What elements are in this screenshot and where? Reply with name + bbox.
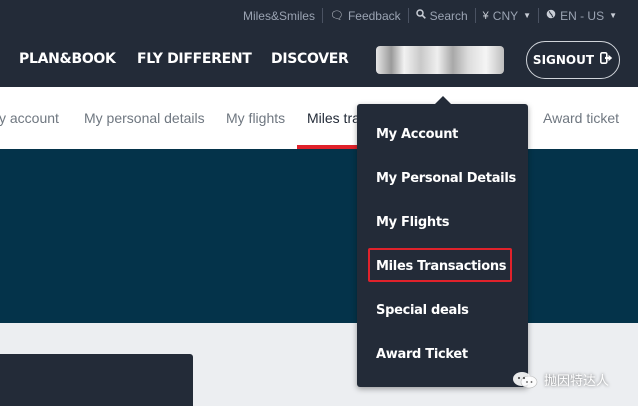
menu-item-special-deals[interactable]: Special deals [376, 303, 469, 318]
miles-smiles-link[interactable]: Miles&Smiles [236, 8, 322, 23]
chevron-down-icon: ▼ [609, 11, 617, 20]
account-dropdown-menu: My Account My Personal Details My Flight… [357, 104, 528, 387]
tab-my-account[interactable]: y account [0, 110, 59, 126]
main-navigation: PLAN&BOOK FLY DIFFERENT DISCOVER SIGNOUT [0, 31, 638, 87]
signout-label: SIGNOUT [532, 53, 595, 67]
globe-icon [546, 9, 556, 22]
language-label: EN - US [560, 8, 605, 23]
hero-banner [0, 149, 638, 323]
watermark-text: 抛因特达人 [544, 374, 610, 389]
dropdown-arrow [434, 96, 452, 105]
nav-discover[interactable]: DISCOVER [271, 51, 349, 67]
search-label: Search [429, 8, 468, 23]
menu-item-my-personal-details[interactable]: My Personal Details [376, 171, 516, 186]
search-link[interactable]: Search [407, 8, 475, 23]
user-name-menu[interactable] [376, 46, 504, 74]
utility-bar: Miles&Smiles 🗨︎ Feedback Search ¥ CNY ▼ … [0, 0, 638, 31]
language-selector[interactable]: EN - US ▼ [538, 8, 624, 23]
menu-item-award-ticket[interactable]: Award Ticket [376, 347, 468, 362]
currency-label: CNY [492, 8, 519, 23]
feedback-label: Feedback [347, 8, 401, 23]
tab-miles-transactions[interactable]: Miles tra [307, 110, 360, 126]
chevron-down-icon: ▼ [523, 11, 532, 20]
yen-icon: ¥ [482, 9, 489, 22]
tab-my-flights[interactable]: My flights [226, 110, 285, 126]
nav-plan-book[interactable]: PLAN&BOOK [19, 51, 116, 67]
wechat-logo-icon [513, 371, 538, 388]
chat-bubble-icon: 🗨︎ [329, 10, 344, 22]
account-tabs: y account My personal details My flights… [0, 87, 638, 149]
feedback-link[interactable]: 🗨︎ Feedback [321, 8, 408, 23]
currency-selector[interactable]: ¥ CNY ▼ [474, 8, 538, 23]
nav-fly-different[interactable]: FLY DIFFERENT [137, 51, 252, 67]
miles-smiles-label: Miles&Smiles [242, 8, 315, 23]
watermark: 抛因特达人 [512, 370, 609, 389]
tab-award-ticket[interactable]: Award ticket [543, 110, 619, 126]
logout-icon [600, 52, 613, 68]
tab-my-personal-details[interactable]: My personal details [84, 110, 205, 126]
search-icon [415, 9, 426, 22]
content-card [0, 354, 193, 406]
signout-button[interactable]: SIGNOUT [526, 41, 620, 79]
menu-item-miles-transactions[interactable]: Miles Transactions [376, 259, 507, 274]
menu-item-my-flights[interactable]: My Flights [376, 215, 450, 230]
menu-item-my-account[interactable]: My Account [376, 127, 458, 142]
